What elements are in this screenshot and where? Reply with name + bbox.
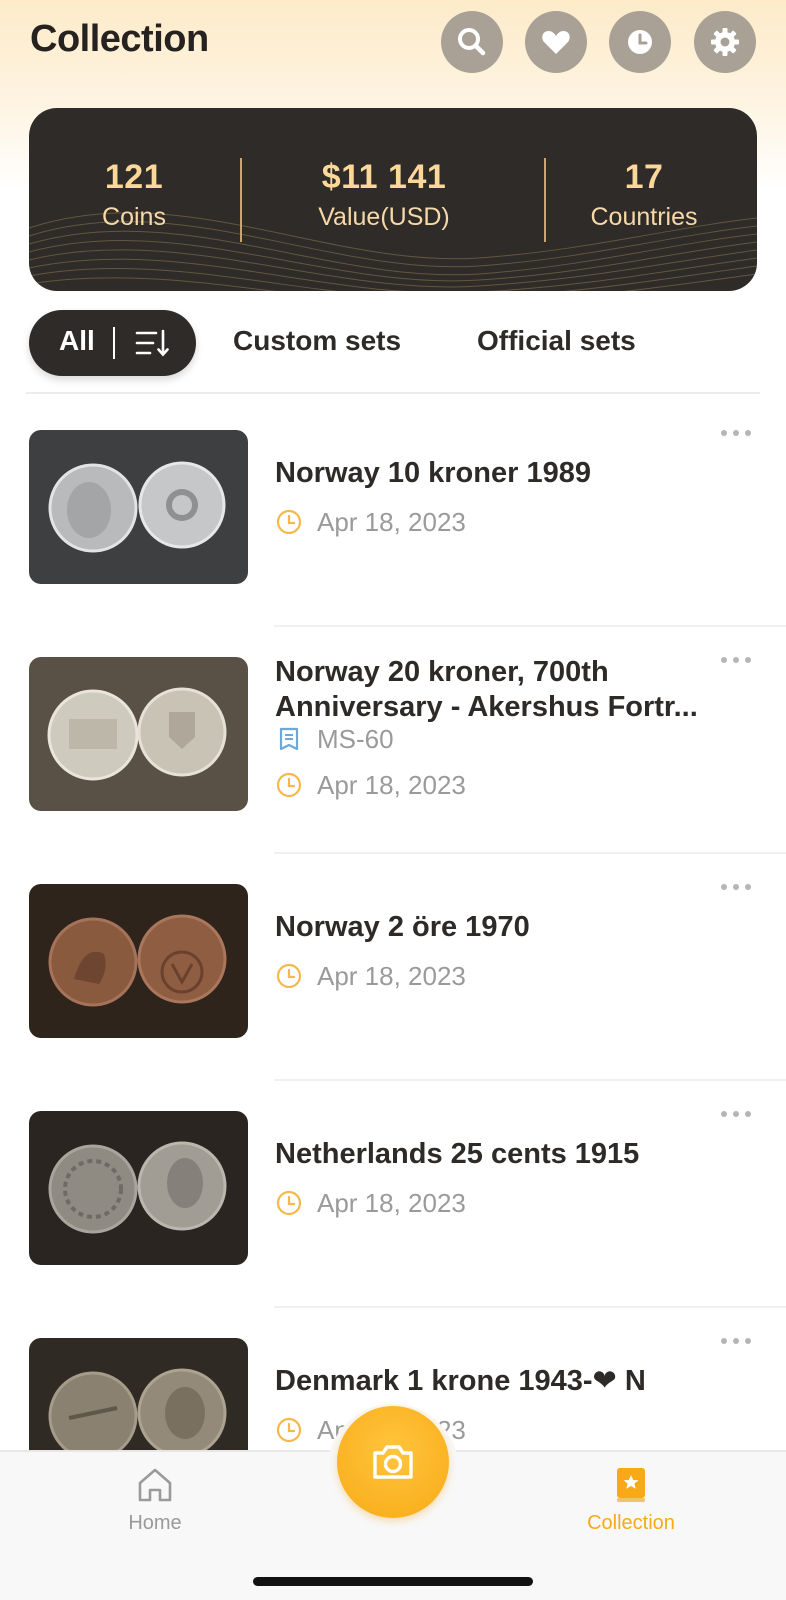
filter-all-button[interactable]: All — [29, 310, 196, 376]
clock-icon — [276, 1417, 302, 1443]
coin-date: Apr 18, 2023 — [317, 960, 466, 991]
collection-stats-card: 121 Coins $11 141 Value(USD) 17 Countrie… — [29, 108, 757, 291]
nav-home-label: Home — [128, 1512, 182, 1534]
filter-bar: All Custom sets Official sets — [0, 305, 786, 395]
coin-title: Norway 20 kroner, 700th Anniversary - Ak… — [275, 656, 698, 723]
coin-photo — [29, 657, 248, 811]
more-options-icon[interactable] — [720, 1109, 752, 1119]
coin-photo — [29, 1338, 248, 1450]
clock-icon — [276, 509, 302, 535]
coin-thumbnail — [29, 430, 248, 584]
clock-icon — [276, 963, 302, 989]
stat-countries-label: Countries — [590, 203, 698, 231]
stat-coins-value: 121 — [104, 158, 164, 196]
nav-collection-label: Collection — [587, 1512, 675, 1534]
more-options-icon[interactable] — [720, 882, 752, 892]
stat-value-amount: $11 141 — [321, 158, 447, 196]
clock-icon — [628, 30, 652, 54]
scan-camera-button[interactable] — [337, 1406, 449, 1518]
history-button[interactable] — [609, 11, 671, 73]
coin-list-item[interactable]: Norway 10 kroner 1989 Apr 18, 2023 — [0, 400, 786, 627]
date-row: Apr 18, 2023 — [275, 506, 466, 538]
heart-icon — [542, 31, 570, 54]
coin-thumbnail — [29, 1338, 248, 1450]
certificate-icon — [279, 727, 299, 751]
coin-list-item[interactable]: Norway 2 öre 1970 Apr 18, 2023 — [0, 854, 786, 1081]
page-title: Collection — [30, 18, 209, 60]
search-icon — [458, 28, 486, 56]
stat-countries: 17 Countries — [569, 158, 719, 232]
home-indicator — [253, 1577, 533, 1586]
more-options-icon[interactable] — [720, 655, 752, 665]
pill-separator — [113, 327, 115, 359]
stat-coins: 121 Coins — [69, 158, 199, 232]
coin-date: Apr 18, 2023 — [317, 1187, 466, 1218]
stat-divider — [544, 158, 546, 242]
gear-icon — [711, 28, 739, 56]
clock-icon — [276, 1190, 302, 1216]
sort-icon[interactable] — [134, 325, 170, 361]
date-row: Apr 18, 2023 — [275, 1187, 466, 1219]
coin-list: Norway 10 kroner 1989 Apr 18, 2023 Norwa… — [0, 400, 786, 1450]
camera-icon — [373, 1445, 413, 1479]
coin-title: Norway 10 kroner 1989 — [275, 457, 591, 489]
coin-list-item[interactable]: Norway 20 kroner, 700th Anniversary - Ak… — [0, 627, 786, 854]
filter-divider — [26, 392, 760, 394]
grade-row: MS-60 — [275, 723, 394, 755]
coin-photo — [29, 884, 248, 1038]
coin-title: Norway 2 öre 1970 — [275, 911, 530, 943]
more-options-icon[interactable] — [720, 428, 752, 438]
coin-photo — [29, 430, 248, 584]
stat-countries-value: 17 — [624, 158, 664, 196]
filter-all-label: All — [59, 325, 95, 356]
coin-grade: MS-60 — [317, 723, 394, 754]
favorites-button[interactable] — [525, 11, 587, 73]
coin-thumbnail — [29, 884, 248, 1038]
coin-title: Netherlands 25 cents 1915 — [275, 1138, 640, 1170]
nav-collection[interactable]: Collection — [571, 1464, 691, 1535]
coin-title: Denmark 1 krone 1943-❤ N — [275, 1365, 646, 1397]
date-row: Apr 18, 2023 — [275, 769, 466, 801]
stat-divider — [240, 158, 242, 242]
settings-button[interactable] — [694, 11, 756, 73]
stat-value: $11 141 Value(USD) — [279, 158, 489, 232]
coin-list-item[interactable]: Netherlands 25 cents 1915 Apr 18, 2023 — [0, 1081, 786, 1308]
home-icon — [138, 1468, 172, 1502]
tab-custom-sets[interactable]: Custom sets — [233, 325, 401, 357]
coin-thumbnail — [29, 1111, 248, 1265]
clock-icon — [276, 772, 302, 798]
coin-date: Apr 18, 2023 — [317, 769, 466, 800]
stat-coins-label: Coins — [102, 203, 166, 231]
nav-home[interactable]: Home — [95, 1464, 215, 1535]
app-header: Collection — [0, 0, 786, 90]
coin-photo — [29, 1111, 248, 1265]
date-row: Apr 18, 2023 — [275, 960, 466, 992]
coin-thumbnail — [29, 657, 248, 811]
collection-book-icon — [617, 1468, 645, 1502]
more-options-icon[interactable] — [720, 1336, 752, 1346]
search-button[interactable] — [441, 11, 503, 73]
coin-date: Apr 18, 2023 — [317, 506, 466, 537]
tab-official-sets[interactable]: Official sets — [477, 325, 636, 357]
stat-value-label: Value(USD) — [318, 203, 450, 231]
